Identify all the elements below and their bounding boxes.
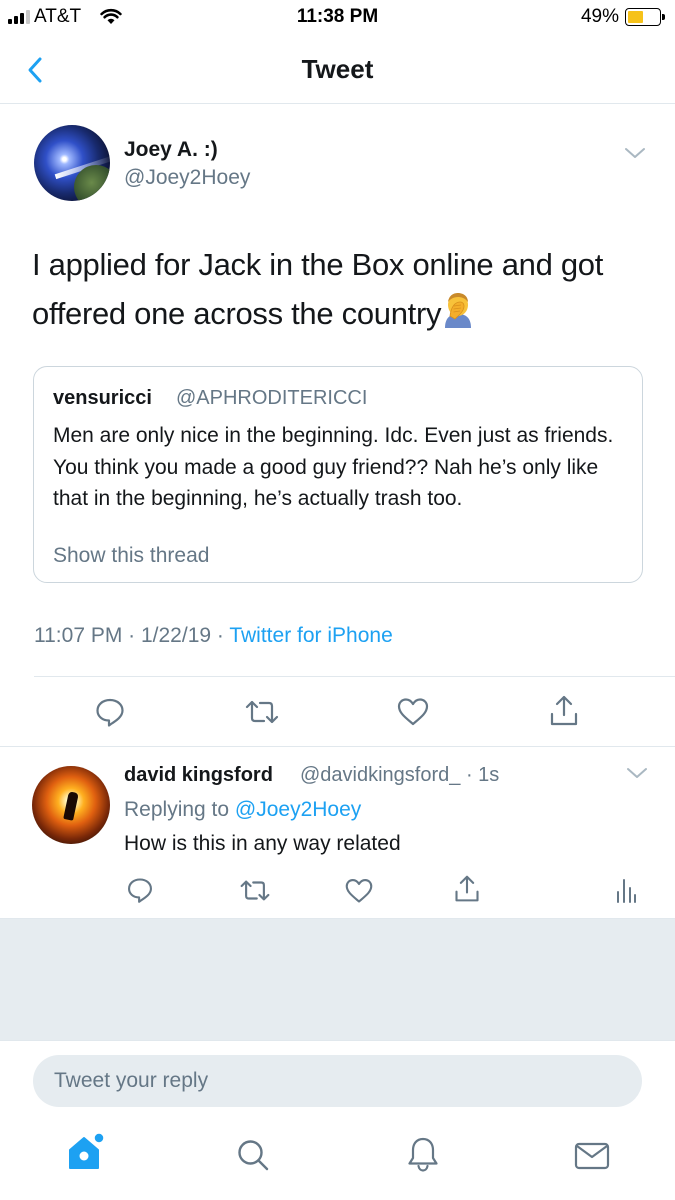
reply-author-name[interactable]: david kingsford: [124, 764, 273, 787]
battery-icon: [625, 8, 665, 26]
retweet-icon[interactable]: [244, 698, 280, 726]
tweet-body: I applied for Jack in the Box online and…: [32, 240, 642, 338]
tab-bar: [0, 1130, 675, 1190]
share-icon[interactable]: [548, 694, 580, 728]
replying-to: Replying to @Joey2Hoey: [124, 798, 361, 822]
source-link[interactable]: Twitter for iPhone: [229, 624, 392, 647]
like-icon[interactable]: [396, 696, 430, 728]
show-thread-link[interactable]: Show this thread: [53, 544, 209, 568]
share-icon[interactable]: [453, 874, 481, 904]
clock: 11:38 PM: [296, 6, 379, 27]
tweet-meta: 11:07 PM · 1/22/19 · Twitter for iPhone: [34, 624, 393, 648]
reply-text: How is this in any way related: [124, 832, 401, 855]
messages-icon[interactable]: [574, 1142, 610, 1170]
chevron-down-icon[interactable]: [626, 766, 648, 780]
reply-author-handle[interactable]: @davidkingsford_ · 1s: [300, 764, 499, 787]
status-bar: AT&T 11:38 PM 49%: [0, 0, 675, 36]
tweet-text: I applied for Jack in the Box online and…: [32, 247, 604, 331]
divider: [0, 746, 675, 747]
replying-to-link[interactable]: @Joey2Hoey: [235, 798, 361, 821]
facepalm-emoji-icon: [445, 293, 472, 328]
author-name[interactable]: Joey A. :): [124, 138, 218, 162]
page-title: Tweet: [301, 54, 374, 84]
timestamp: 11:07 PM · 1/22/19 ·: [34, 624, 230, 647]
analytics-icon[interactable]: [614, 876, 638, 904]
chevron-down-icon[interactable]: [624, 146, 646, 160]
reply-actions: [0, 874, 675, 906]
reply-input[interactable]: [33, 1055, 642, 1107]
quoted-tweet-card[interactable]: vensuricci @APHRODITERICCI Men are only …: [33, 366, 643, 583]
reply-icon[interactable]: [94, 696, 126, 728]
retweet-icon[interactable]: [239, 878, 271, 903]
search-icon[interactable]: [236, 1138, 270, 1172]
divider: [34, 676, 675, 677]
tweet-actions: [0, 694, 675, 730]
notifications-icon[interactable]: [406, 1136, 440, 1172]
nav-bar: Tweet: [0, 36, 675, 104]
reply-icon[interactable]: [126, 876, 154, 904]
reply-avatar[interactable]: [32, 766, 110, 844]
avatar[interactable]: [34, 125, 110, 201]
home-icon[interactable]: [66, 1130, 106, 1172]
empty-area: [0, 918, 675, 1040]
quoted-author-name: vensuricci: [53, 387, 152, 409]
quoted-tweet-text: Men are only nice in the beginning. Idc.…: [53, 424, 614, 510]
author-handle[interactable]: @Joey2Hoey: [124, 166, 250, 190]
battery-percent: 49%: [580, 6, 619, 27]
like-icon[interactable]: [344, 877, 374, 905]
quoted-author-handle: @APHRODITERICCI: [176, 387, 368, 409]
replying-to-label: Replying to: [124, 798, 235, 821]
